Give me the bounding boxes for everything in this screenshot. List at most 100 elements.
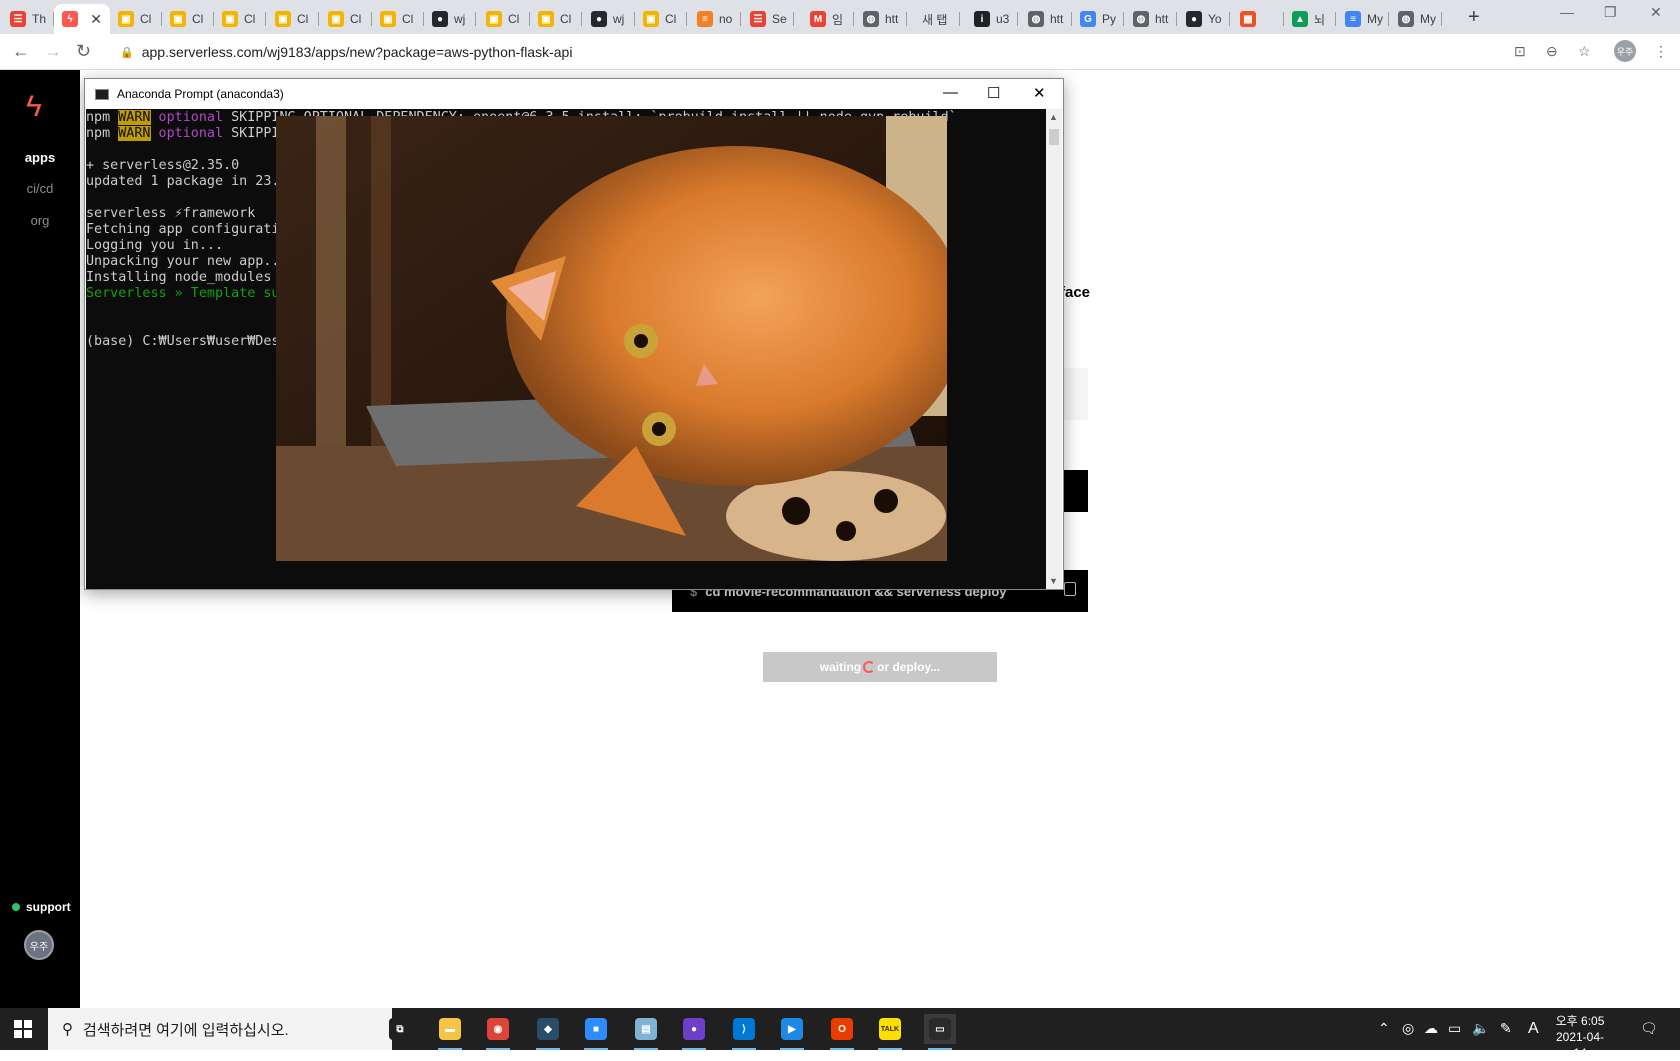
copy-icon[interactable] [1064,582,1076,596]
browser-tab[interactable]: ▣ Cl [162,4,214,34]
tab-title: htt [1155,12,1169,26]
tab-title: 새 탭 [922,12,948,27]
browser-tab[interactable]: ▣ Cl [530,4,582,34]
profile-avatar[interactable]: 우주 [1614,40,1636,62]
console-close-icon[interactable]: ✕ [1033,84,1046,102]
notification-icon[interactable]: 🗨 [1640,1020,1658,1037]
console-minimize-icon[interactable]: — [943,84,958,101]
mysql-workbench-icon: ◆ [537,1018,559,1040]
taskbar-search-box[interactable]: ⚲ 검색하려면 여기에 입력하십시오. [48,1008,392,1050]
taskbar-clock[interactable]: 오후 6:05 2021-04-14 [1550,1013,1610,1061]
scroll-thumb[interactable] [1049,129,1059,145]
forward-arrow-icon[interactable]: → [44,41,62,62]
taskbar-app[interactable]: ▬ [434,1014,466,1050]
browser-tab[interactable]: ▣ Cl [478,4,530,34]
nav-apps[interactable]: apps [0,150,80,165]
taskbar-app[interactable]: ▭ [924,1014,956,1050]
browser-tab[interactable]: ▲ 뇌 [1284,4,1336,34]
browser-tab[interactable]: G Py [1072,4,1124,34]
box-icon: ▣ [170,11,186,27]
windows-start-icon[interactable] [14,1020,32,1038]
browser-tab[interactable]: ▣ Cl [320,4,372,34]
browser-tab[interactable]: ▣ Cl [214,4,266,34]
browser-tab[interactable]: 새 탭 [908,4,960,34]
console-scrollbar[interactable]: ▲ ▼ [1046,109,1062,589]
taskbar-app[interactable]: ◉ [482,1014,514,1050]
nav-cicd[interactable]: ci/cd [0,181,80,196]
scroll-up-icon[interactable]: ▲ [1049,112,1058,122]
browser-tab[interactable]: i u3 [966,4,1018,34]
more-menu-icon[interactable]: ⋮ [1654,43,1668,60]
restore-icon[interactable]: ❐ [1604,4,1617,21]
browser-tab[interactable]: ☰ Se [742,4,794,34]
console-maximize-icon[interactable]: ☐ [987,84,1000,102]
taskbar-app[interactable]: ◆ [532,1014,564,1050]
optional-label: optional [150,126,224,141]
waiting-for-deploy-button: waiting or deploy... [763,652,997,682]
browser-tab[interactable]: ▣ Cl [267,4,319,34]
browser-tab[interactable]: ϟ ✕ [54,4,110,34]
tab-title: Cl [140,12,152,26]
tray-expand-icon[interactable]: ⌃ [1378,1020,1390,1037]
taskbar-app[interactable]: TALK [874,1014,906,1050]
box-icon: ▣ [380,11,396,27]
browser-tab[interactable]: ◍ htt [1020,4,1072,34]
bookmark-star-icon[interactable]: ☆ [1578,43,1591,60]
taskbar-app[interactable]: ■ [580,1014,612,1050]
back-arrow-icon[interactable]: ← [12,41,30,62]
tab-title: htt [1050,12,1064,26]
pen-icon[interactable]: ✎ [1500,1020,1512,1037]
browser-tab[interactable]: ▣ Cl [372,4,424,34]
tab-title: 뇌 [1314,12,1326,27]
serverless-logo-icon[interactable]: ϟ [26,90,42,124]
box-icon: ▣ [486,11,502,27]
tab-title: My [1367,12,1383,26]
taskbar-app[interactable]: ⧉ [384,1014,416,1044]
browser-tab[interactable]: ▦ [1232,4,1284,34]
taskbar-app[interactable]: O [826,1014,858,1050]
volume-icon[interactable]: 🔈 [1472,1020,1489,1037]
wait-text-before: waiting [819,660,862,674]
notepad-icon: ▤ [635,1018,657,1040]
taskbar-app[interactable]: ▶ [776,1014,808,1050]
support-link[interactable]: support [12,900,71,914]
browser-tab[interactable]: ◍ htt [1125,4,1177,34]
new-tab-button[interactable]: + [1468,6,1480,29]
browser-tab[interactable]: ≡ My [1337,4,1389,34]
translate-icon[interactable]: ⊡ [1514,43,1526,60]
close-window-icon[interactable]: ✕ [1650,4,1662,21]
browser-tab[interactable]: ≡ no [689,4,741,34]
meet-now-icon[interactable]: ◎ [1402,1020,1414,1037]
scroll-down-icon[interactable]: ▼ [1049,576,1058,586]
browser-tab[interactable]: ▣ Cl [635,4,687,34]
browser-tab[interactable]: ▣ Cl [110,4,162,34]
browser-tab[interactable]: ◍ htt [855,4,907,34]
close-tab-icon[interactable]: ✕ [90,11,102,28]
tab-title: Se [772,12,787,26]
app-sidebar: ϟ apps ci/cd org support 우주 [0,70,80,1008]
warn-badge: WARN [118,110,151,125]
taskbar-app[interactable]: ▤ [630,1014,662,1050]
onedrive-icon[interactable]: ☁ [1424,1020,1438,1037]
user-avatar[interactable]: 우주 [24,930,54,960]
tab-title: wj [454,12,466,26]
browser-tab[interactable]: ● Yo [1178,4,1230,34]
zoom-icon[interactable]: ⊖ [1546,43,1558,60]
network-icon[interactable]: ▭ [1448,1020,1461,1037]
taskbar-app[interactable]: ● [678,1014,710,1050]
browser-tab[interactable]: ☰ Th [2,4,54,34]
media-player-icon: ▶ [781,1018,803,1040]
minimize-icon[interactable]: — [1560,4,1574,20]
google-docs-icon: ≡ [1345,11,1361,27]
input-language-icon[interactable]: A [1528,1020,1539,1038]
reload-icon[interactable]: ↻ [76,41,91,62]
taskbar-app[interactable]: ⟩ [728,1014,760,1050]
browser-tab[interactable]: M임 [802,4,854,34]
address-bar[interactable]: 🔒 app.serverless.com/wj9183/apps/new?pac… [110,38,1670,66]
browser-tab[interactable]: ◍ My [1390,4,1442,34]
console-titlebar[interactable]: Anaconda Prompt (anaconda3) — ☐ ✕ [85,79,1063,109]
browser-tab[interactable]: ● wj [583,4,635,34]
nav-org[interactable]: org [0,213,80,228]
browser-tab[interactable]: ● wj [424,4,476,34]
cat-photo [276,116,947,561]
